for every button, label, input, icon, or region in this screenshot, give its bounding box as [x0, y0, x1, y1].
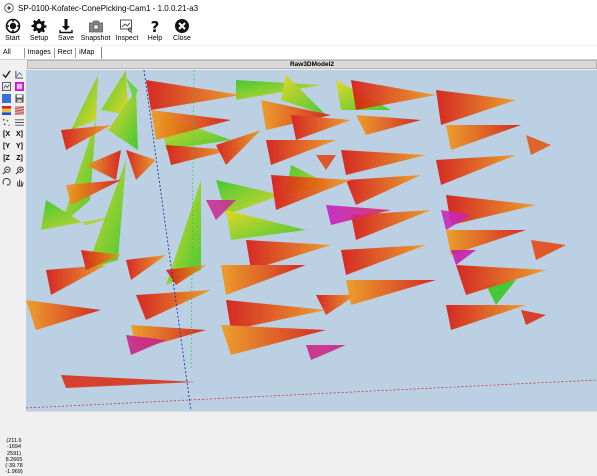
cone: [341, 245, 426, 275]
cone: [71, 75, 98, 130]
close-button[interactable]: Close: [168, 16, 196, 45]
cone: [306, 345, 346, 360]
pan-hand-icon[interactable]: [15, 178, 25, 188]
cone: [216, 130, 261, 165]
cone: [46, 265, 106, 295]
cone: [291, 115, 351, 140]
toolbar: Start Setup Save Snapshot Inspect ? Help…: [0, 16, 597, 45]
viewer-title: Raw3DModel2: [27, 60, 597, 69]
tab-rect[interactable]: Rect: [55, 47, 75, 59]
close-button-label: Close: [173, 35, 191, 42]
x-axis-left-icon[interactable]: [X: [2, 130, 12, 140]
horizontal-scrollbar[interactable]: [26, 411, 597, 422]
tab-bar: All Images Rect iMap: [0, 46, 597, 60]
title-bar: SP-0100-Kofatec-ConePicking-Cam1 - 1.0.0…: [0, 0, 597, 16]
y-axis-left-icon[interactable]: [Y: [2, 142, 12, 152]
viewer-toolbar: [X X] [Y Y] [Z Z] (211.6 -1694 2591) 8.2…: [0, 60, 26, 475]
app-icon: [4, 3, 14, 13]
zoom-out-icon[interactable]: [2, 166, 12, 176]
cone: [61, 125, 111, 150]
tab-divider: [101, 46, 103, 59]
cone: [126, 150, 156, 180]
point-cloud-icon[interactable]: [2, 118, 12, 128]
start-button[interactable]: Start: [0, 16, 25, 45]
cone: [316, 295, 356, 315]
cone: [226, 210, 306, 240]
inspect-icon: [120, 19, 133, 34]
help-button[interactable]: ? Help: [142, 16, 168, 45]
rotate-icon[interactable]: [2, 178, 12, 188]
cone: [316, 155, 336, 170]
cone: [271, 175, 351, 210]
setup-button-label: Setup: [29, 35, 49, 42]
inspect-button-label: Inspect: [115, 35, 139, 42]
cone: [346, 175, 421, 205]
cone: [341, 150, 426, 175]
cone: [236, 80, 321, 100]
start-icon: [5, 18, 20, 34]
camera-icon: [88, 20, 103, 33]
cone: [526, 135, 551, 155]
cone: [226, 300, 326, 330]
help-button-label: Help: [147, 35, 163, 42]
zoom-in-icon[interactable]: [15, 166, 25, 176]
point-cloud-render: [26, 70, 597, 411]
x-axis-right-icon[interactable]: X]: [15, 130, 25, 140]
tab-images[interactable]: Images: [25, 47, 54, 59]
cone: [446, 305, 526, 330]
chart-axis-icon[interactable]: [15, 70, 25, 80]
z-axis-left-icon[interactable]: [Z: [2, 154, 12, 164]
texture-icon[interactable]: [15, 106, 25, 116]
blue-fill-icon[interactable]: [2, 94, 12, 104]
save-view-icon[interactable]: [15, 94, 25, 104]
tab-all[interactable]: All: [0, 47, 14, 59]
cone: [521, 310, 546, 325]
save-button-label: Save: [58, 35, 74, 42]
coordinate-readout: (211.6 -1694 2591) 8.2665 (-39.78 -1.969…: [1, 438, 27, 476]
tab-imap[interactable]: iMap: [76, 47, 97, 59]
snapshot-button[interactable]: Snapshot: [79, 16, 112, 45]
svg-text:?: ?: [151, 18, 160, 34]
cone: [346, 280, 436, 305]
start-button-label: Start: [5, 35, 20, 42]
snapshot-button-label: Snapshot: [80, 35, 111, 42]
cone: [61, 375, 196, 388]
cone: [26, 300, 101, 330]
help-icon: ?: [151, 18, 160, 34]
window-title: SP-0100-Kofatec-ConePicking-Cam1 - 1.0.0…: [18, 3, 199, 13]
cone: [351, 80, 436, 110]
gear-icon: [31, 19, 47, 33]
lines-icon[interactable]: [15, 118, 25, 128]
download-icon: [59, 19, 73, 34]
cone: [446, 125, 521, 150]
setup-button[interactable]: Setup: [25, 16, 53, 45]
z-axis-right-icon[interactable]: Z]: [15, 154, 25, 164]
cone: [221, 265, 306, 295]
y-axis-right-icon[interactable]: Y]: [15, 142, 25, 152]
coord-line: -1.969): [5, 469, 23, 476]
checkmark-icon[interactable]: [2, 70, 12, 80]
save-button[interactable]: Save: [53, 16, 79, 45]
cone: [451, 250, 476, 265]
3d-viewport[interactable]: [26, 70, 597, 411]
image-view-icon[interactable]: [2, 82, 12, 92]
cone: [126, 255, 166, 280]
cone: [436, 155, 516, 185]
cone: [436, 90, 516, 125]
cone: [356, 115, 421, 135]
rgb-stack-icon[interactable]: [2, 106, 12, 116]
cone: [136, 290, 211, 320]
close-icon: [175, 19, 189, 33]
color-map-icon[interactable]: [15, 82, 25, 92]
inspect-button[interactable]: Inspect: [112, 16, 142, 45]
cone: [531, 240, 566, 260]
